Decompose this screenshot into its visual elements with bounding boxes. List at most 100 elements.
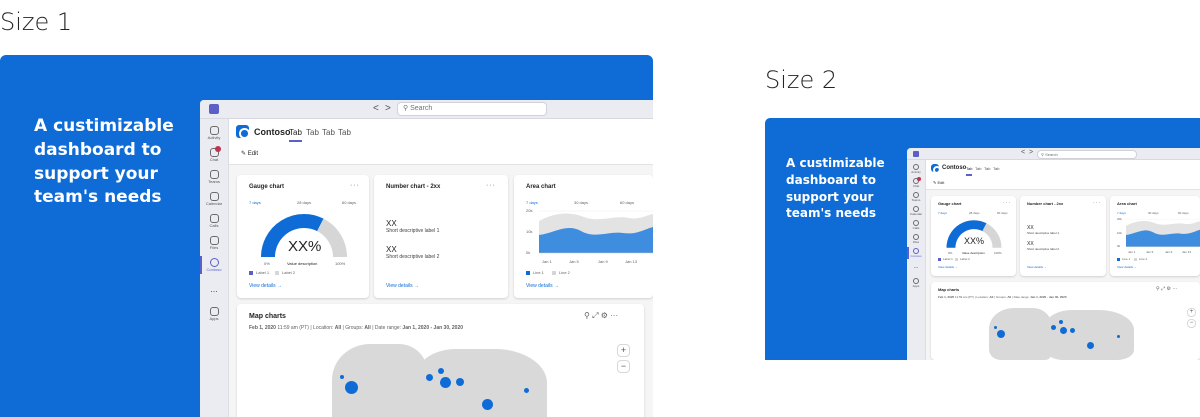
number-value-1: XX <box>386 219 397 228</box>
area-view-details-link[interactable]: View details → <box>1117 265 1137 269</box>
area-view-details-link[interactable]: View details → <box>526 283 559 289</box>
map-dot[interactable] <box>440 377 451 388</box>
expand-icon[interactable]: ⤢ <box>1161 286 1165 292</box>
tab-4[interactable]: Tab <box>993 166 999 171</box>
gauge-period-7[interactable]: 7 days <box>938 211 947 215</box>
number-view-details-link[interactable]: View details → <box>386 283 419 289</box>
map-dot[interactable] <box>345 381 358 394</box>
map-dot[interactable] <box>340 375 344 379</box>
number-view-details-link[interactable]: View details → <box>1027 265 1047 269</box>
rail-activity[interactable]: Activity <box>200 126 228 140</box>
area-period-30[interactable]: 30 days <box>574 200 588 205</box>
map-toolbar: ⚲ ⤢ ⚙ ··· <box>584 311 618 321</box>
area-period-7[interactable]: 7 days <box>526 200 538 205</box>
tab-2[interactable]: Tab <box>306 128 319 137</box>
gauge-period-7[interactable]: 7 days <box>249 200 261 205</box>
map-dot[interactable] <box>426 374 433 381</box>
area-period-60[interactable]: 60 days <box>620 200 634 205</box>
map-dot[interactable] <box>994 326 997 329</box>
nav-back-button[interactable]: < <box>1021 149 1025 156</box>
magnify-icon[interactable]: ⚲ <box>1156 286 1160 292</box>
more-icon[interactable]: ··· <box>1172 286 1177 292</box>
edit-button[interactable]: ✎ Edit <box>241 150 258 157</box>
rail-calls[interactable]: Calls <box>907 220 925 230</box>
search-icon: ⚲ <box>403 105 409 112</box>
map-dot[interactable] <box>1051 325 1056 330</box>
gauge-more-button[interactable]: ··· <box>1003 200 1011 206</box>
rail-calls[interactable]: Calls <box>200 214 228 228</box>
rail-apps[interactable]: Apps <box>200 307 228 321</box>
number-value-2: XX <box>386 245 397 254</box>
world-map-eurasia <box>1046 310 1134 360</box>
settings-icon[interactable]: ⚙ <box>1166 286 1170 292</box>
tab-4[interactable]: Tab <box>338 128 351 137</box>
search-box[interactable]: ⚲ Search <box>397 102 547 116</box>
rail-more[interactable]: ... <box>200 284 228 294</box>
map-dot[interactable] <box>524 388 529 393</box>
rail-calendar[interactable]: Calendar <box>907 206 925 216</box>
rail-activity[interactable]: Activity <box>907 164 925 174</box>
area-title: Area chart <box>1117 201 1137 206</box>
area-x-tick-0: Jan 1 <box>1128 250 1136 254</box>
map-dot[interactable] <box>456 378 464 386</box>
gauge-view-details-link[interactable]: View details → <box>938 265 958 269</box>
rail-files[interactable]: Files <box>200 236 228 250</box>
nav-back-button[interactable]: < <box>373 103 379 114</box>
area-period-7[interactable]: 7 days <box>1117 211 1126 215</box>
rail-calendar[interactable]: Calendar <box>200 192 228 206</box>
settings-icon[interactable]: ⚙ <box>601 311 608 320</box>
map-dot[interactable] <box>1117 335 1120 338</box>
legend-swatch-line-1 <box>1117 258 1120 261</box>
zoom-in-button[interactable]: + <box>617 344 630 357</box>
rail-teams[interactable]: Teams <box>907 192 925 202</box>
nav-forward-button[interactable]: > <box>1029 149 1033 156</box>
map-dot[interactable] <box>1070 328 1075 333</box>
search-box[interactable]: ⚲ Search <box>1037 150 1137 159</box>
area-y-tick-1: 10k <box>1117 231 1122 235</box>
more-icon[interactable]: ··· <box>610 311 618 320</box>
gauge-period-28[interactable]: 28 days <box>297 200 311 205</box>
gauge-period-60[interactable]: 60 days <box>342 200 356 205</box>
tab-2[interactable]: Tab <box>975 166 981 171</box>
gauge-view-details-link[interactable]: View details → <box>249 283 282 289</box>
map-dot[interactable] <box>1059 320 1063 324</box>
map-dot[interactable] <box>1060 327 1067 334</box>
gauge-more-button[interactable]: ··· <box>350 182 360 189</box>
rail-more[interactable]: ... <box>907 264 925 270</box>
app-brand: Contoso <box>254 127 291 137</box>
zoom-out-button[interactable]: − <box>1187 319 1196 328</box>
expand-icon[interactable]: ⤢ <box>592 311 598 320</box>
map-dot[interactable] <box>438 368 444 374</box>
rail-contoso[interactable]: Contoso <box>200 258 228 272</box>
number-more-button[interactable]: ··· <box>486 182 496 189</box>
tab-1[interactable]: Tab <box>966 166 973 176</box>
tab-1[interactable]: Tab <box>289 128 302 142</box>
teams-logo-icon <box>913 151 919 157</box>
gauge-period-60[interactable]: 60 days <box>997 211 1008 215</box>
area-period-60[interactable]: 60 days <box>1178 211 1189 215</box>
rail-apps[interactable]: Apps <box>907 278 925 288</box>
area-period-30[interactable]: 30 days <box>1148 211 1159 215</box>
rail-chat[interactable]: Chat <box>200 146 228 162</box>
contoso-logo-icon <box>236 125 250 139</box>
magnify-icon[interactable]: ⚲ <box>584 311 590 320</box>
number-desc-1: Short descriptive label 1 <box>386 228 440 234</box>
number-more-button[interactable]: ··· <box>1093 200 1101 206</box>
gauge-period-28[interactable]: 28 days <box>969 211 980 215</box>
zoom-in-button[interactable]: + <box>1187 308 1196 317</box>
notification-badge <box>917 177 921 181</box>
map-title: Map charts <box>249 313 286 320</box>
edit-button[interactable]: ✎ Edit <box>933 180 944 185</box>
rail-teams[interactable]: Teams <box>200 170 228 184</box>
rail-contoso[interactable]: Contoso <box>907 248 925 258</box>
rail-files[interactable]: Files <box>907 234 925 244</box>
area-x-tick-1: Jan 5 <box>1146 250 1154 254</box>
map-dot[interactable] <box>482 399 493 410</box>
map-dot[interactable] <box>1087 342 1094 349</box>
tab-3[interactable]: Tab <box>984 166 990 171</box>
zoom-out-button[interactable]: − <box>617 360 630 373</box>
rail-chat[interactable]: Chat <box>907 177 925 188</box>
map-dot[interactable] <box>997 330 1005 338</box>
nav-forward-button[interactable]: > <box>385 103 391 114</box>
tab-3[interactable]: Tab <box>322 128 335 137</box>
